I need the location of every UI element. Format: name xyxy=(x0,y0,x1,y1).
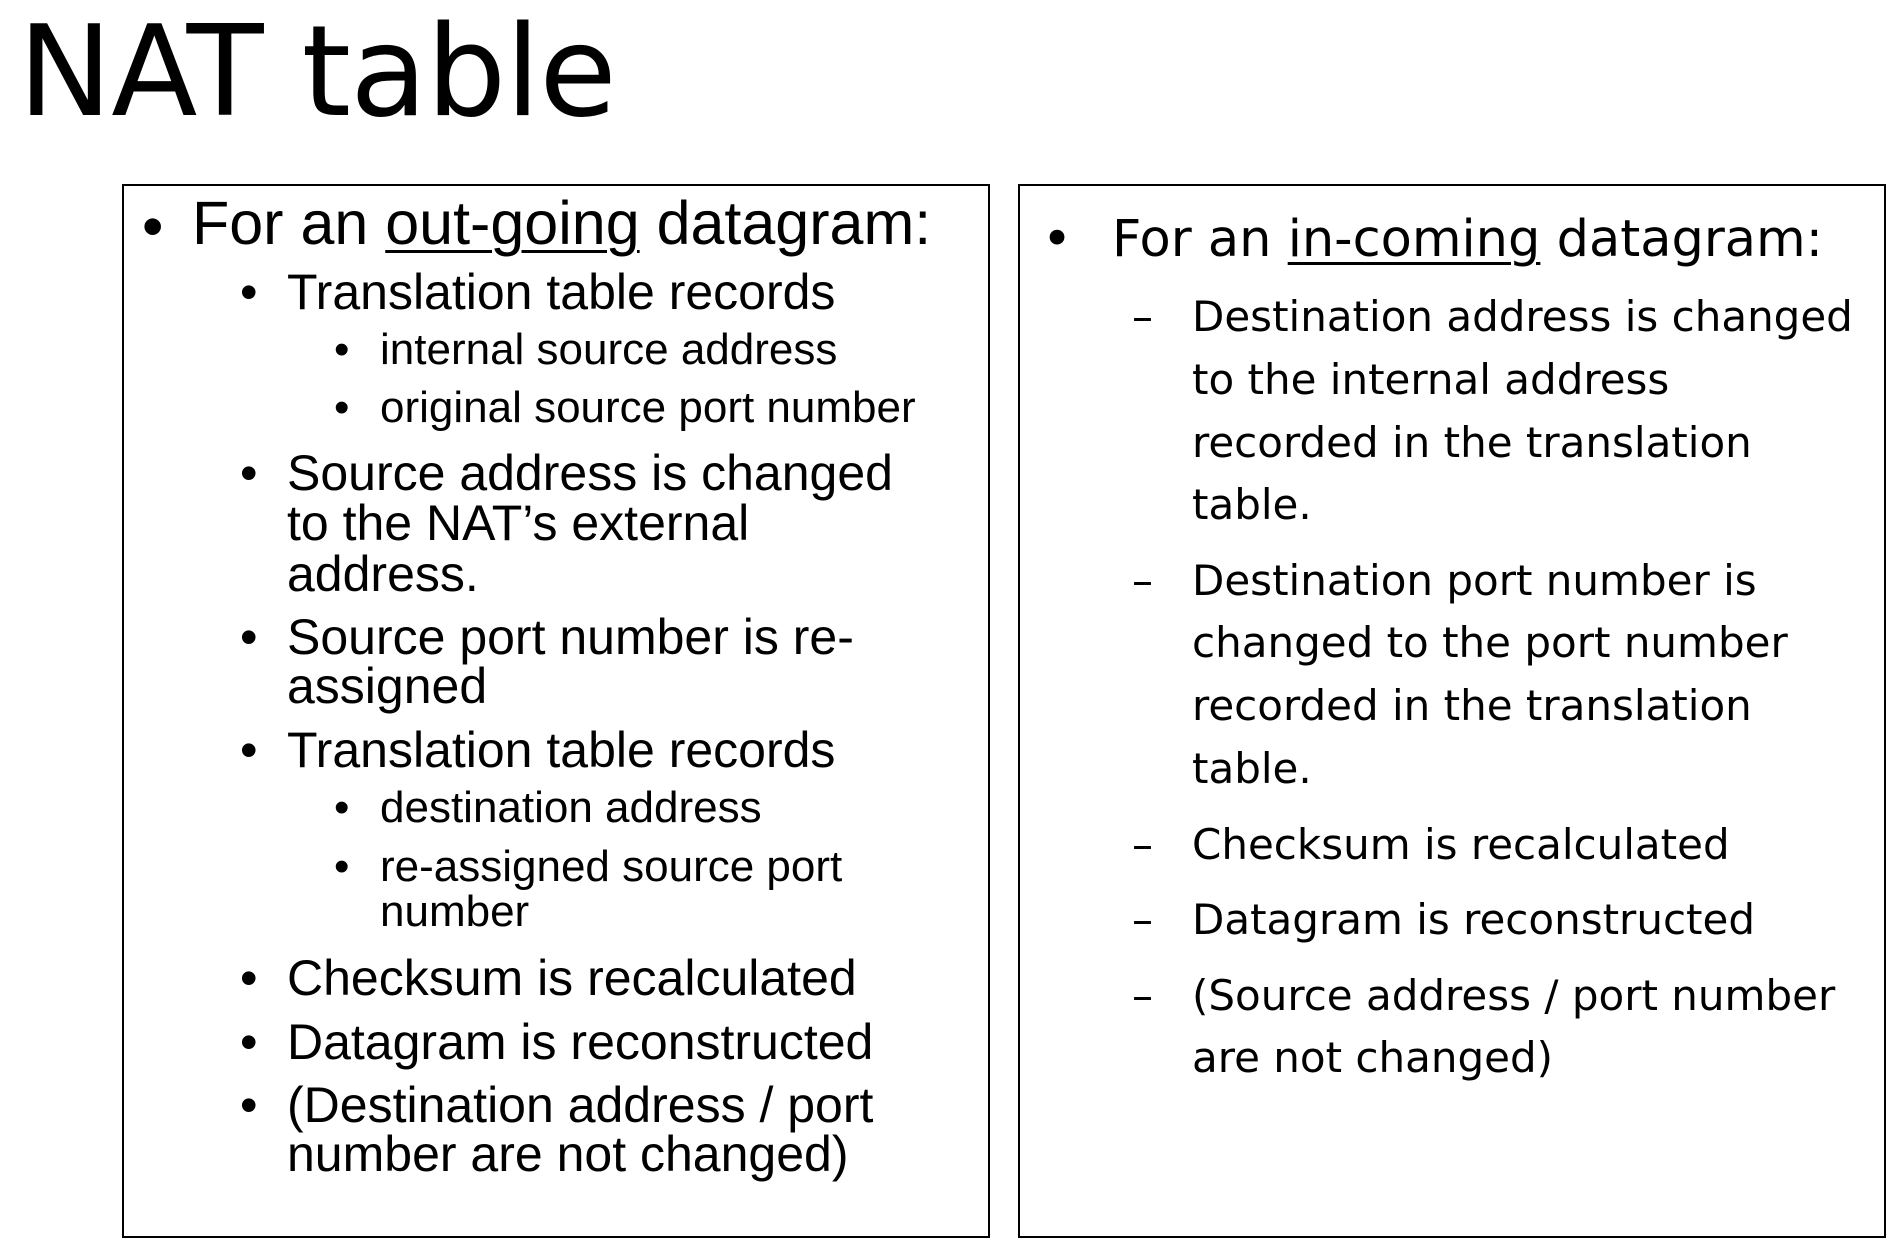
bullet-icon: • xyxy=(334,783,350,832)
dash-icon: – xyxy=(1132,292,1153,341)
outgoing-subitem-line: original source port number xyxy=(380,383,916,432)
incoming-item-line: recorded in the translation xyxy=(1192,681,1752,730)
incoming-item-line: Destination port number is xyxy=(1192,556,1757,605)
dash-icon: – xyxy=(1132,556,1153,605)
outgoing-subitem-line: internal source address xyxy=(380,325,838,374)
bullet-icon: • xyxy=(142,192,164,260)
bullet-icon: • xyxy=(240,445,258,501)
outgoing-item-line: Source address is changed xyxy=(287,445,893,501)
outgoing-item-line: to the NAT’s external xyxy=(287,495,750,551)
incoming-item-line: table. xyxy=(1192,744,1312,793)
outgoing-item-line: (Destination address / port xyxy=(287,1077,874,1133)
incoming-item-line: table. xyxy=(1192,480,1312,529)
outgoing-item-line: Source port number is re- xyxy=(287,609,854,665)
incoming-heading: For an in-coming datagram: xyxy=(1112,210,1823,269)
bullet-icon: • xyxy=(240,722,258,778)
bullet-icon: • xyxy=(240,609,258,665)
slide-title: NAT table xyxy=(18,0,617,145)
outgoing-heading-emphasis: out-going xyxy=(385,189,640,257)
incoming-item-line: Destination address is changed xyxy=(1192,292,1853,341)
bullet-icon: • xyxy=(334,325,350,374)
outgoing-item-line: Checksum is recalculated xyxy=(287,950,857,1006)
bullet-icon: • xyxy=(240,950,258,1006)
outgoing-panel: • For an out-going datagram: • Translati… xyxy=(122,184,990,1238)
bullet-icon: • xyxy=(334,842,350,891)
outgoing-item-line: Datagram is reconstructed xyxy=(287,1014,874,1070)
outgoing-item-line: number are not changed) xyxy=(287,1126,849,1182)
outgoing-subitem-line: number xyxy=(380,887,530,936)
bullet-icon: • xyxy=(334,383,350,432)
bullet-icon: • xyxy=(240,1014,258,1070)
incoming-item-line: Checksum is recalculated xyxy=(1192,820,1730,869)
dash-icon: – xyxy=(1132,895,1153,944)
outgoing-item-line: Translation table records xyxy=(287,264,836,320)
bullet-icon: • xyxy=(240,264,258,320)
incoming-item-line: Datagram is reconstructed xyxy=(1192,895,1756,944)
incoming-heading-emphasis: in-coming xyxy=(1287,210,1541,269)
outgoing-subitem-line: re-assigned source port xyxy=(380,842,843,891)
outgoing-heading: For an out-going datagram: xyxy=(192,189,932,257)
incoming-panel: • For an in-coming datagram: – Destinati… xyxy=(1018,184,1886,1238)
outgoing-item-line: address. xyxy=(287,546,479,602)
bullet-icon: • xyxy=(240,1077,258,1133)
incoming-item-line: are not changed) xyxy=(1192,1033,1554,1082)
dash-icon: – xyxy=(1132,971,1153,1020)
incoming-item-line: recorded in the translation xyxy=(1192,418,1752,467)
incoming-item-line: to the internal address xyxy=(1192,355,1670,404)
outgoing-subitem-line: destination address xyxy=(380,783,762,832)
incoming-item-line: (Source address / port number xyxy=(1192,971,1836,1020)
outgoing-item-line: Translation table records xyxy=(287,722,836,778)
bullet-icon: • xyxy=(1042,210,1073,269)
outgoing-item-line: assigned xyxy=(287,658,488,714)
incoming-item-line: changed to the port number xyxy=(1192,618,1788,667)
dash-icon: – xyxy=(1132,820,1153,869)
